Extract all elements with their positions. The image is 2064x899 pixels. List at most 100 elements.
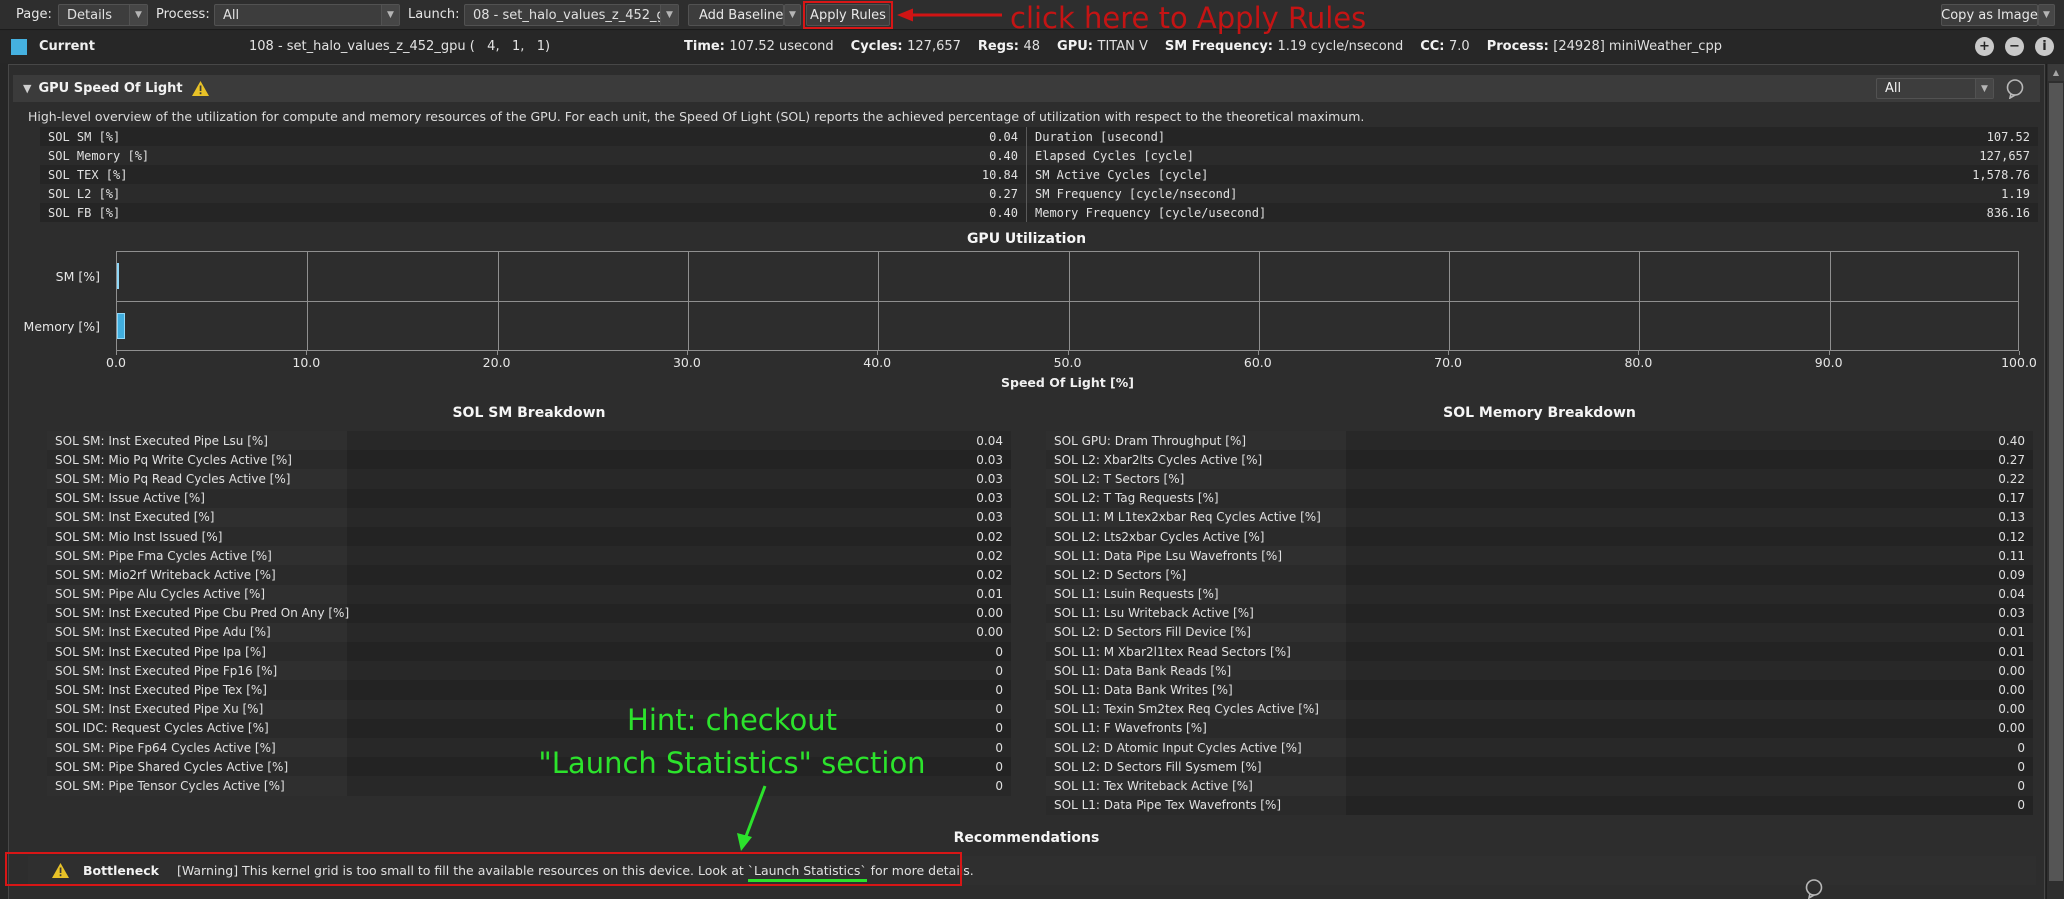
row-label: SOL L2: D Sectors [%] [1046,565,1346,584]
row-value: 0.03 [347,450,1011,469]
row-value: 0.00 [347,623,1011,642]
warning-icon [52,863,69,878]
add-baseline-button[interactable]: Add Baseline [688,4,784,26]
row-value: 107.52 [1987,130,2038,144]
scroll-up-icon[interactable]: ▲ [2048,64,2064,81]
table-row: Elapsed Cycles [cycle]127,657 [1027,146,2038,165]
row-label: SOL L1: Lsu Writeback Active [%] [1046,604,1346,623]
process-dropdown[interactable]: All ▼ [214,4,400,26]
x-tick-label: 100.0 [2001,355,2037,370]
row-label: SOL L2: T Sectors [%] [1046,469,1346,488]
gpu-utilization-chart [116,251,2019,351]
tick-mark [687,351,688,355]
comment-bubble-icon[interactable] [2004,78,2026,99]
table-row: SOL TEX [%]10.84 [40,165,1026,184]
row-value: 0.04 [347,431,1011,450]
tick-mark [1448,351,1449,355]
row-label: Memory Frequency [cycle/usecond] [1027,206,1987,220]
page-label: Page: [16,7,52,22]
info-icon[interactable]: i [2035,37,2054,56]
copy-as-image-button[interactable]: Copy as Image [1941,4,2038,26]
table-row: SOL SM: Mio Inst Issued [%]0.02 [47,527,1011,546]
x-tick-label: 60.0 [1244,355,1272,370]
row-label: SOL SM: Mio Pq Read Cycles Active [%] [47,469,347,488]
table-row: SOL FB [%]0.40 [40,203,1026,222]
row-value: 0.04 [989,130,1026,144]
table-row: SOL L1: Data Pipe Lsu Wavefronts [%]0.11 [1046,546,2033,565]
table-row: SOL L2: T Tag Requests [%]0.17 [1046,489,2033,508]
table-row: SOL L2: T Sectors [%]0.22 [1046,469,2033,488]
table-row: SOL L2: D Atomic Input Cycles Active [%]… [1046,738,2033,757]
row-value: 0.01 [1346,623,2033,642]
process-label: Process: [156,7,210,22]
row-label: SOL L2 [%] [40,187,989,201]
row-label: SOL SM: Mio2rf Writeback Active [%] [47,565,347,584]
sol-memory-breakdown-table: SOL GPU: Dram Throughput [%]0.40SOL L2: … [1046,431,2033,815]
row-label: SOL L1: Lsuin Requests [%] [1046,585,1346,604]
table-row: SOL L1: Lsu Writeback Active [%]0.03 [1046,604,2033,623]
add-baseline-dropdown-arrow[interactable]: ▼ [784,4,801,26]
section-filter-dropdown[interactable]: All ▼ [1876,78,1994,99]
row-label: SOL L2: D Sectors Fill Device [%] [1046,623,1346,642]
row-label: SOL SM: Mio Inst Issued [%] [47,527,347,546]
row-label: SOL SM: Pipe Fp64 Cycles Active [%] [47,738,347,757]
row-value: 0.12 [1346,527,2033,546]
scrollbar-thumb[interactable] [2049,83,2063,881]
chevron-down-icon: ▼ [129,5,147,25]
row-value: 0.02 [347,546,1011,565]
row-label: SOL FB [%] [40,206,989,220]
process-dropdown-value: All [215,8,381,23]
copy-as-image-dropdown-arrow[interactable]: ▼ [2038,4,2055,26]
row-label: SOL SM: Inst Executed Pipe Ipa [%] [47,642,347,661]
kernel-name: 108 - set_halo_values_z_452_gpu ( 4, 1, … [249,39,550,54]
zoom-in-icon[interactable]: + [1975,37,1994,56]
rule-name: Bottleneck [83,863,159,878]
tick-mark [497,351,498,355]
row-value: 0.09 [1346,565,2033,584]
sol-sm-breakdown-table: SOL SM: Inst Executed Pipe Lsu [%]0.04SO… [47,431,1011,796]
kernel-metric: SM Frequency: 1.19 cycle/nsecond [1165,39,1403,54]
row-label: SM Frequency [cycle/nsecond] [1027,187,2001,201]
table-row: SOL SM [%]0.04 [40,127,1026,146]
table-row: Duration [usecond]107.52 [1027,127,2038,146]
collapse-caret-icon[interactable]: ▼ [23,82,31,95]
row-value: 0 [347,757,1011,776]
y-axis-label: Memory [%] [9,301,108,351]
page-dropdown[interactable]: Details ▼ [58,4,148,26]
row-value: 0.27 [989,187,1026,201]
table-row: SOL SM: Issue Active [%]0.03 [47,489,1011,508]
sol-sm-breakdown-title: SOL SM Breakdown [47,405,1011,421]
zoom-out-icon[interactable]: − [2005,37,2024,56]
row-value: 127,657 [1979,149,2038,163]
sol-stats-left-column: SOL SM [%]0.04SOL Memory [%]0.40SOL TEX … [40,127,1026,222]
launch-dropdown-value: 08 - set_halo_values_z_452_gpu [465,8,660,23]
table-row: Memory Frequency [cycle/usecond]836.16 [1027,203,2038,222]
kernel-metric: Regs: 48 [978,39,1040,54]
kernel-metric: Time: 107.52 usecond [684,39,834,54]
apply-rules-button[interactable]: Apply Rules [806,4,890,26]
row-value: 0.00 [1346,700,2033,719]
chevron-down-icon: ▼ [1975,79,1993,98]
table-row: SOL SM: Inst Executed Pipe Fp16 [%]0 [47,661,1011,680]
row-value: 0 [1346,776,2033,795]
section-header-gpu-speed-of-light[interactable]: ▼ GPU Speed Of Light All ▼ [13,75,2040,102]
launch-statistics-link[interactable]: `Launch Statistics` [748,863,867,882]
baseline-color-swatch[interactable] [11,39,27,55]
table-row: SOL L2 [%]0.27 [40,184,1026,203]
chart-x-axis-title: Speed Of Light [%] [116,375,2019,390]
kernel-metric: GPU: TITAN V [1057,39,1148,54]
row-value: 0 [347,776,1011,795]
comment-bubble-icon[interactable] [1803,878,1825,899]
chart-y-axis-labels: SM [%]Memory [%] [9,251,108,351]
table-row: SOL SM: Mio2rf Writeback Active [%]0.02 [47,565,1011,584]
row-value: 0 [347,642,1011,661]
row-label: SOL L1: M L1tex2xbar Req Cycles Active [… [1046,508,1346,527]
row-label: SOL SM: Inst Executed Pipe Cbu Pred On A… [47,604,347,623]
table-row: SOL L2: D Sectors [%]0.09 [1046,565,2033,584]
vertical-scrollbar[interactable]: ▲ [2046,64,2064,899]
row-value: 0 [1346,796,2033,815]
page-dropdown-value: Details [59,8,129,23]
launch-dropdown[interactable]: 08 - set_halo_values_z_452_gpu ▼ [464,4,679,26]
section-title: GPU Speed Of Light [38,81,182,96]
row-value: 0 [1346,738,2033,757]
